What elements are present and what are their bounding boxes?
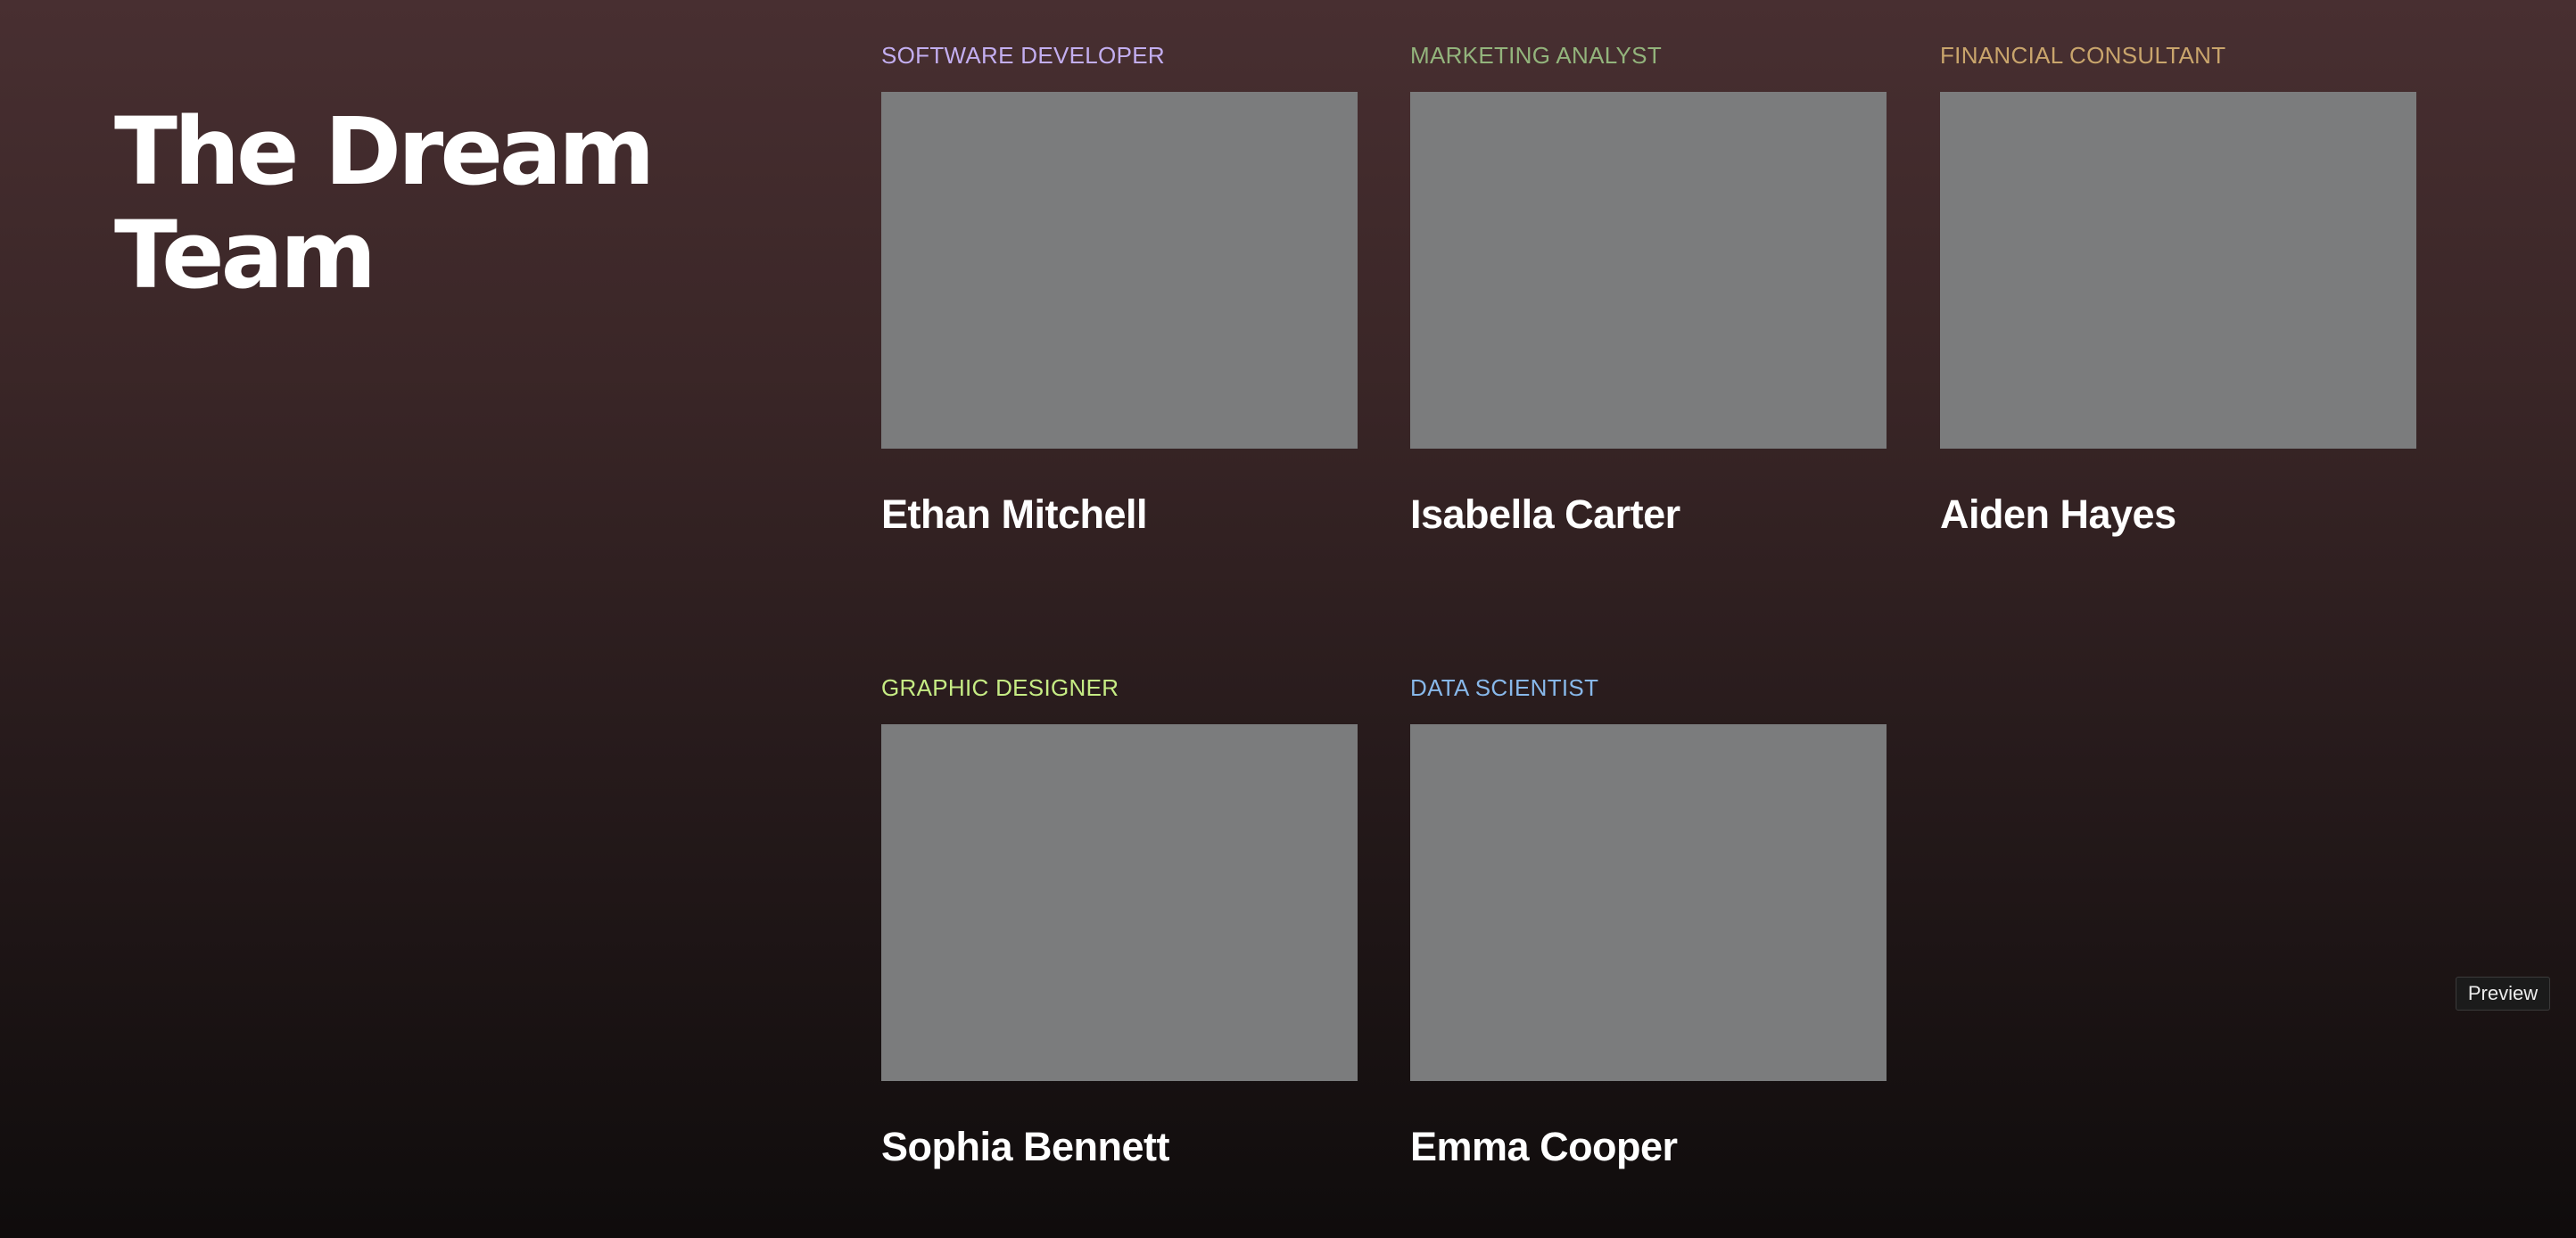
member-role: FINANCIAL CONSULTANT (1940, 42, 2226, 69)
member-name: Sophia Bennett (881, 1124, 1170, 1169)
preview-button[interactable]: Preview (2456, 977, 2550, 1011)
member-role: SOFTWARE DEVELOPER (881, 42, 1165, 69)
page-title: The Dream Team (114, 97, 655, 310)
member-photo-placeholder (1410, 92, 1887, 449)
member-name: Ethan Mitchell (881, 491, 1148, 537)
member-photo-placeholder (1410, 724, 1887, 1081)
member-name: Isabella Carter (1410, 491, 1680, 537)
member-photo-placeholder (881, 724, 1358, 1081)
member-photo-placeholder (881, 92, 1358, 449)
member-name: Aiden Hayes (1940, 491, 2176, 537)
member-name: Emma Cooper (1410, 1124, 1678, 1169)
member-role: GRAPHIC DESIGNER (881, 674, 1119, 701)
member-photo-placeholder (1940, 92, 2416, 449)
member-role: DATA SCIENTIST (1410, 674, 1599, 701)
member-role: MARKETING ANALYST (1410, 42, 1663, 69)
